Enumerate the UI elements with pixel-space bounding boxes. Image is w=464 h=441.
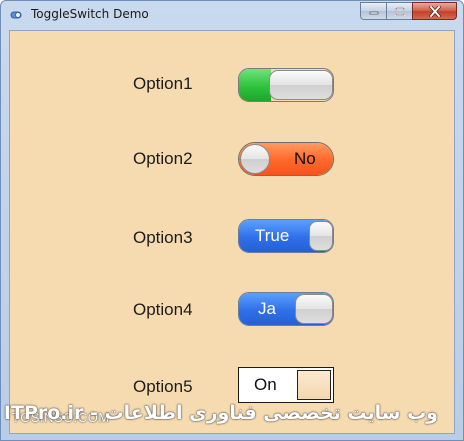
option3-label: Option3: [133, 228, 193, 247]
title-bar[interactable]: ToggleSwitch Demo: [1, 1, 463, 29]
maximize-button[interactable]: [386, 2, 412, 20]
option1-track: [239, 69, 271, 101]
option4-switch-text: Ja: [258, 299, 276, 318]
option4-label: Option4: [133, 300, 193, 319]
caption-buttons: [360, 2, 457, 21]
client-area: Option1 Option2 No Option3 True Option4 …: [9, 30, 455, 434]
option5-label: Option5: [133, 377, 193, 396]
option3-toggle[interactable]: True: [238, 219, 334, 253]
option4-thumb[interactable]: [295, 294, 333, 324]
option3-switch-text: True: [255, 226, 290, 245]
window-title: ToggleSwitch Demo: [31, 7, 149, 21]
option2-label: Option2: [133, 149, 193, 168]
close-icon: [428, 5, 441, 17]
option1-toggle[interactable]: [238, 68, 334, 102]
option1-label: Option1: [133, 74, 193, 93]
minimize-icon: [369, 11, 378, 15]
option2-toggle[interactable]: No: [238, 142, 334, 176]
option5-thumb[interactable]: [297, 370, 331, 400]
minimize-button[interactable]: [360, 2, 386, 20]
option4-toggle[interactable]: Ja: [238, 292, 334, 326]
option5-switch-text: On: [254, 375, 277, 394]
app-window: ToggleSwitch Demo Option1 Option2 No Opt…: [0, 0, 464, 441]
option2-switch-text: No: [294, 149, 316, 168]
watermark-right: ITPro.ir - وب سایت تخصصی فناوری اطلاعات: [3, 402, 438, 424]
app-icon: [10, 11, 22, 19]
maximize-icon: [394, 6, 405, 16]
option3-thumb[interactable]: [309, 221, 333, 251]
option5-toggle[interactable]: On: [238, 367, 334, 403]
option1-thumb[interactable]: [269, 70, 333, 100]
option2-thumb[interactable]: [240, 144, 270, 174]
close-button[interactable]: [412, 2, 457, 20]
